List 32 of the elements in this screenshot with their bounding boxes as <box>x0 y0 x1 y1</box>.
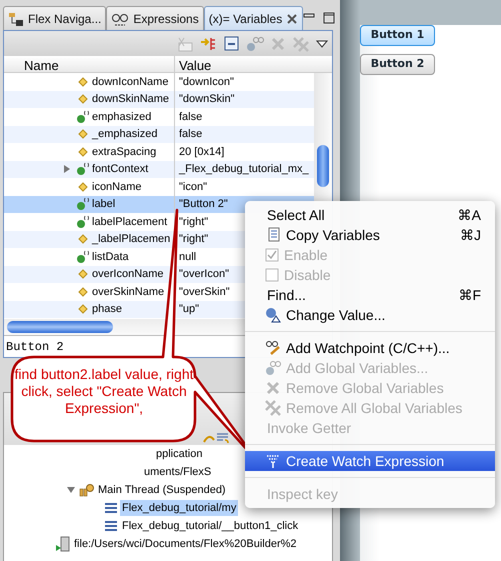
variable-value: "downIcon" <box>178 74 234 90</box>
variable-value: "right" <box>178 214 208 230</box>
variable-value: "downSkin" <box>178 92 235 107</box>
shortcut-text: ⌘A <box>458 206 481 224</box>
callout-text: find button2.label value, right click, select "Create Watch Expression", <box>14 366 194 417</box>
variable-name: phase <box>92 302 122 317</box>
variable-value: "overSkin" <box>178 284 230 300</box>
variable-name: listData <box>92 250 129 264</box>
variable-value: "up" <box>178 302 200 317</box>
variable-name: label <box>92 197 116 212</box>
variable-value: false <box>178 110 202 124</box>
variable-value: false <box>178 127 202 142</box>
shortcut-text: ⌘J <box>460 226 481 244</box>
variable-value: "overIcon" <box>178 267 229 282</box>
variable-name: emphasized <box>92 110 152 124</box>
variable-name: _labelPlacemen <box>92 232 170 247</box>
variable-name: overIconName <box>92 267 164 282</box>
variable-name: downSkinName <box>92 92 170 107</box>
variable-value: 20 [0x14] <box>178 144 224 160</box>
variable-name: overSkinName <box>92 284 164 300</box>
variable-name: downIconName <box>92 74 168 90</box>
variable-name: labelPlacement <box>92 214 168 230</box>
variable-name: fontContext <box>92 162 148 177</box>
variable-name: extraSpacing <box>92 144 156 160</box>
shortcut-text: ⌘F <box>458 286 481 304</box>
variable-name: _emphasized <box>92 127 158 142</box>
variable-value: "Button 2" <box>178 197 228 212</box>
variable-value: "icon" <box>178 180 207 194</box>
variable-name: iconName <box>92 180 142 194</box>
variable-value: null <box>178 250 196 264</box>
variable-value: "right" <box>178 232 208 247</box>
variable-value: _Flex_debug_tutorial_mx_ <box>178 162 309 177</box>
